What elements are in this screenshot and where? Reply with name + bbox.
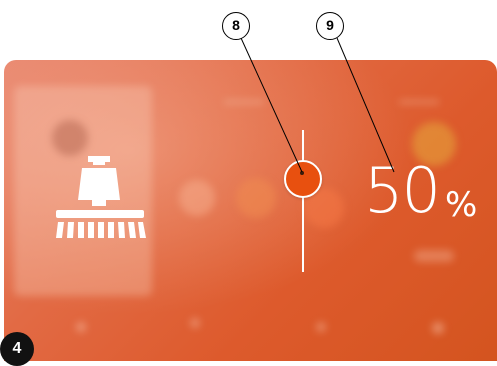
callout-marker-9: 9 — [316, 12, 344, 40]
brush-level-slider-track[interactable] — [302, 130, 304, 272]
background-dot — [190, 318, 200, 328]
background-line — [399, 100, 439, 104]
background-line — [224, 100, 264, 104]
callout-marker-8: 8 — [222, 12, 250, 40]
brush-level-slider-thumb[interactable] — [284, 160, 322, 198]
background-blob — [52, 120, 88, 156]
background-dot — [432, 322, 444, 334]
brush-level-unit: % — [445, 185, 478, 225]
slider-thumb-marker — [300, 171, 304, 175]
background-blob — [236, 178, 276, 218]
brush-level-value: 50 — [364, 154, 441, 227]
background-dot — [76, 322, 86, 332]
background-dot — [316, 322, 326, 332]
background-pill — [414, 250, 454, 262]
floor-brush-icon — [56, 156, 146, 238]
background-blob — [179, 180, 215, 216]
